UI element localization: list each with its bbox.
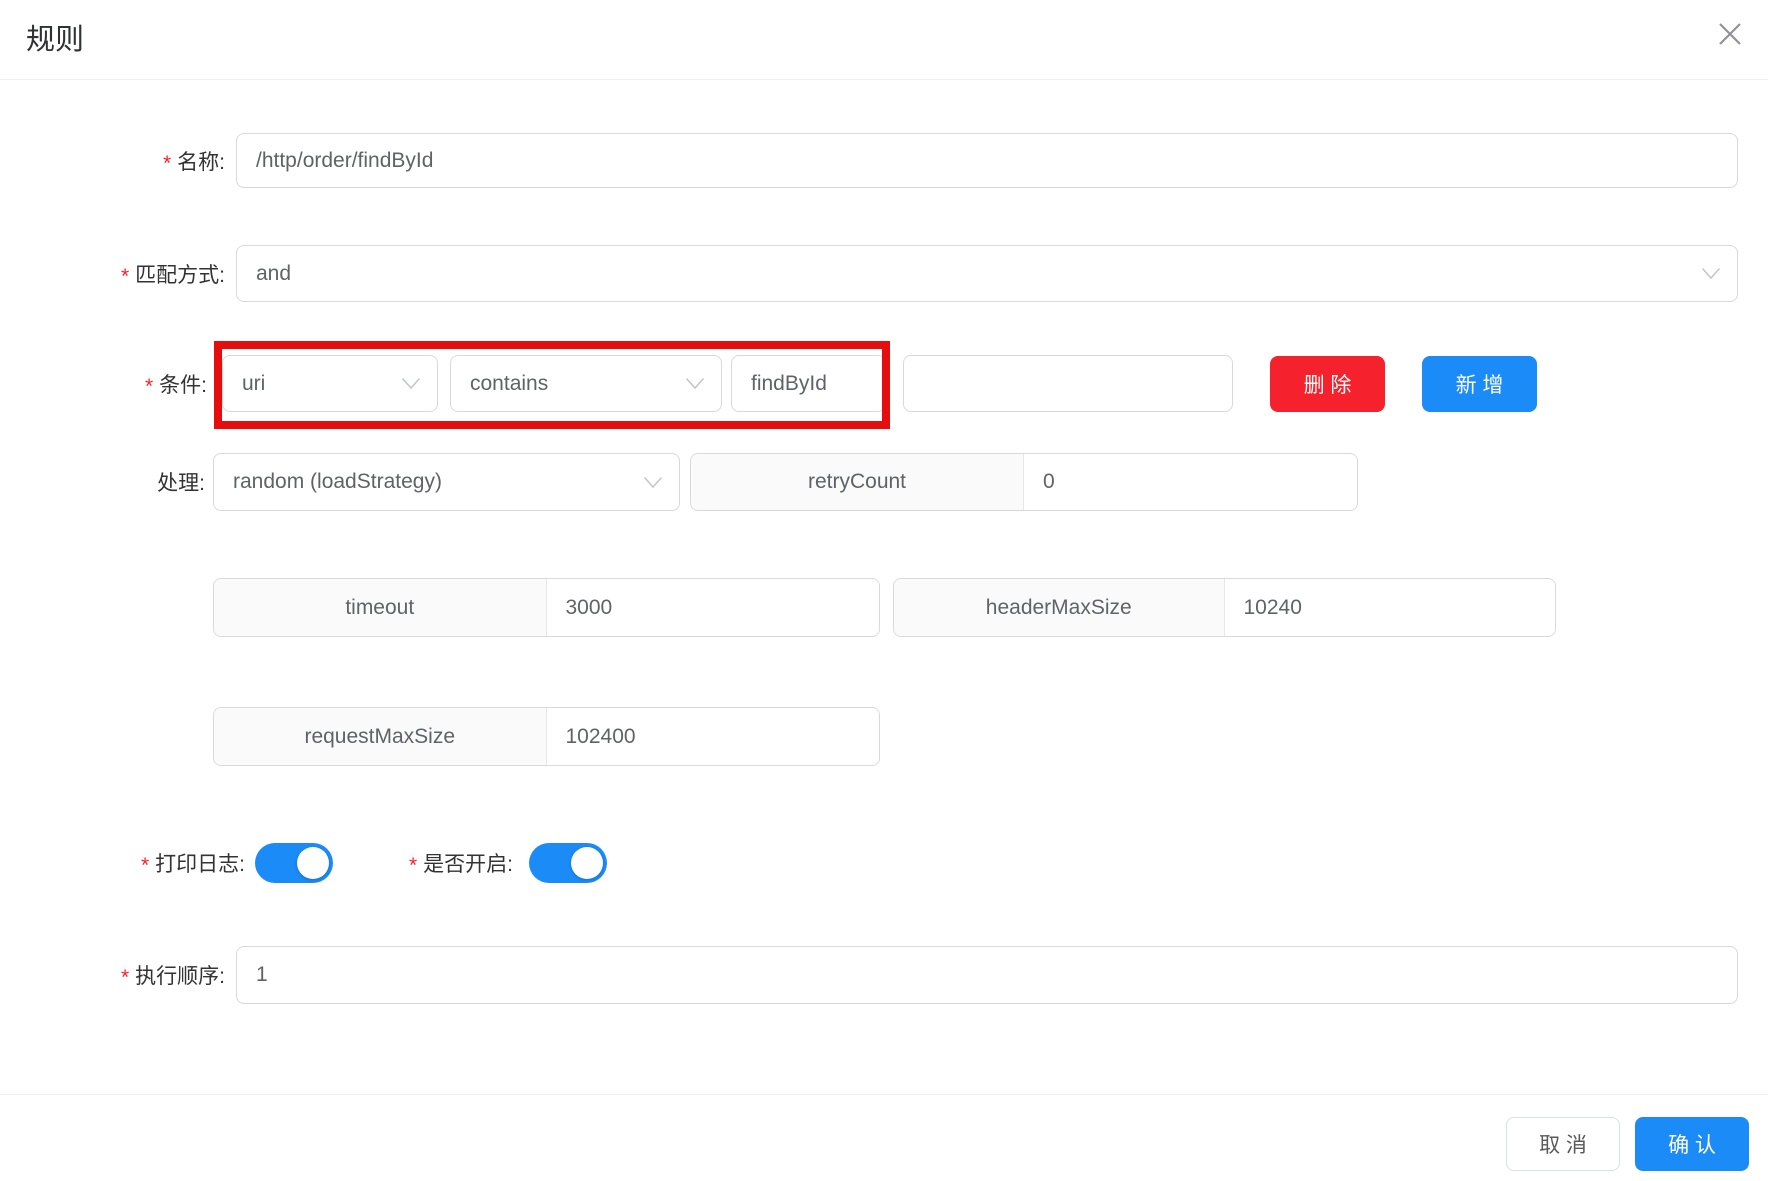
retry-count-input[interactable] bbox=[1024, 454, 1357, 510]
chevron-down-icon bbox=[401, 377, 421, 390]
rule-dialog: 规则 * 名称: * 匹配方式: and * 条件: uri contains bbox=[0, 0, 1768, 1181]
close-button[interactable] bbox=[1710, 15, 1750, 55]
timeout-addon-label: timeout bbox=[214, 579, 547, 636]
toggle-knob bbox=[571, 847, 603, 879]
dialog-title: 规则 bbox=[26, 24, 85, 56]
condition-operator-value: contains bbox=[470, 371, 549, 395]
condition-operator-select[interactable]: contains bbox=[450, 355, 722, 412]
enabled-label: * 是否开启: bbox=[408, 853, 513, 877]
header-max-size-group: headerMaxSize bbox=[893, 578, 1556, 637]
dialog-header: 规则 bbox=[0, 0, 1768, 80]
handle-label: 处理: bbox=[157, 472, 205, 495]
required-asterisk: * bbox=[140, 854, 150, 877]
print-log-label: * 打印日志: bbox=[140, 853, 245, 877]
toggle-knob bbox=[297, 847, 329, 879]
match-type-select[interactable]: and bbox=[236, 245, 1738, 302]
order-input[interactable] bbox=[236, 946, 1738, 1004]
request-max-size-group: requestMaxSize bbox=[213, 707, 880, 766]
request-max-size-input[interactable] bbox=[546, 708, 879, 765]
match-type-value: and bbox=[256, 261, 292, 285]
condition-field-value: uri bbox=[242, 371, 266, 395]
timeout-input[interactable] bbox=[546, 579, 879, 636]
chevron-down-icon bbox=[685, 377, 705, 390]
enabled-toggle[interactable] bbox=[529, 843, 607, 883]
match-type-label: * 匹配方式: bbox=[120, 263, 225, 288]
name-input[interactable] bbox=[236, 133, 1738, 188]
confirm-button[interactable]: 确 认 bbox=[1635, 1117, 1749, 1171]
request-max-size-addon-label: requestMaxSize bbox=[214, 708, 547, 765]
footer-divider bbox=[0, 1094, 1768, 1095]
print-log-toggle[interactable] bbox=[255, 843, 333, 883]
required-asterisk: * bbox=[162, 151, 172, 175]
order-label: * 执行顺序: bbox=[120, 965, 225, 989]
condition-add-button[interactable]: 新 增 bbox=[1422, 356, 1537, 412]
load-strategy-select[interactable]: random (loadStrategy) bbox=[213, 453, 680, 511]
condition-label: * 条件: bbox=[144, 373, 207, 398]
chevron-down-icon bbox=[643, 476, 663, 489]
cancel-button[interactable]: 取 消 bbox=[1506, 1117, 1620, 1171]
name-label: * 名称: bbox=[162, 150, 225, 175]
required-asterisk: * bbox=[144, 374, 154, 398]
required-asterisk: * bbox=[120, 264, 130, 288]
condition-field-select[interactable]: uri bbox=[222, 355, 438, 412]
header-max-size-addon-label: headerMaxSize bbox=[894, 579, 1225, 636]
required-asterisk: * bbox=[408, 854, 418, 877]
condition-delete-button[interactable]: 删 除 bbox=[1270, 356, 1385, 412]
chevron-down-icon bbox=[1701, 267, 1721, 280]
condition-keyword-input[interactable] bbox=[731, 355, 886, 412]
close-icon bbox=[1715, 19, 1745, 52]
timeout-group: timeout bbox=[213, 578, 880, 637]
header-max-size-input[interactable] bbox=[1224, 579, 1555, 636]
retry-count-addon-label: retryCount bbox=[691, 454, 1024, 510]
load-strategy-value: random (loadStrategy) bbox=[233, 470, 442, 493]
condition-extra-input[interactable] bbox=[903, 355, 1233, 412]
retry-count-group: retryCount bbox=[690, 453, 1358, 511]
required-asterisk: * bbox=[120, 966, 130, 989]
